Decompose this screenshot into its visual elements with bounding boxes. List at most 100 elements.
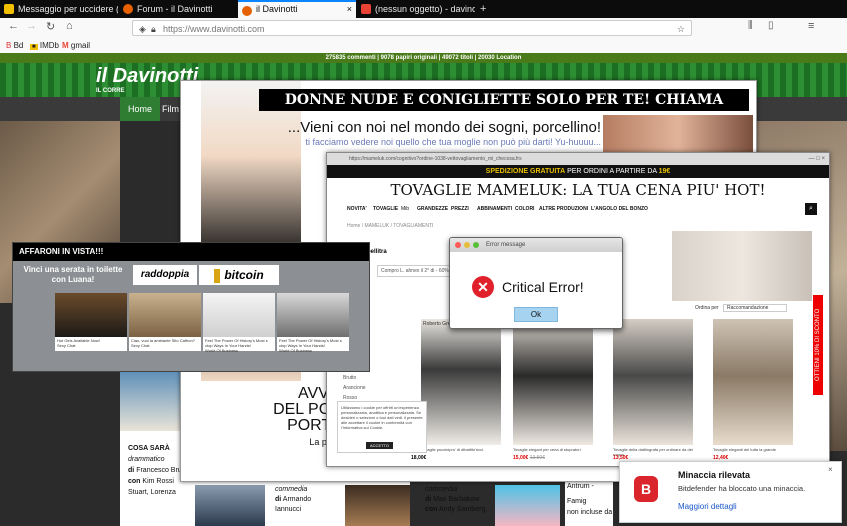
ad-card-text: Hot Girls Available Now! Sexy Chat: [57, 338, 100, 348]
filter-chip[interactable]: Compro L. ahnex il 2° di - 60%: [377, 265, 453, 277]
ad-card-text: Feel The Power Of History's Most s ctop …: [279, 338, 342, 353]
home-icon[interactable]: ⌂: [66, 20, 73, 32]
ok-button[interactable]: Ok: [514, 307, 558, 322]
tab-davinotti[interactable]: il Davinotti ×: [238, 0, 356, 18]
shop-hero-image: [672, 231, 812, 301]
shop-nav: NOVITA' TOVAGLIE Mib GRANDEZZE PREZZI AB…: [337, 203, 817, 215]
ad-card-image: [55, 293, 127, 337]
threat-notification[interactable]: B Minaccia rilevata Bitdefender ha blocc…: [619, 461, 842, 523]
tab-label: il Davinotti: [256, 4, 298, 14]
window-controls[interactable]: — □ ×: [809, 153, 825, 165]
sort-control[interactable]: Ordina per Raccomandazione: [695, 304, 788, 312]
forward-icon[interactable]: →: [26, 20, 37, 32]
list-item[interactable]: Antrum -: [565, 481, 613, 492]
product-card[interactable]: [713, 319, 793, 445]
tab-gmail[interactable]: (nessun oggetto) - davinotti@...: [357, 0, 475, 18]
bookmark-bd[interactable]: B Bd: [6, 38, 23, 53]
product-image: [421, 319, 501, 445]
movie-poster[interactable]: [495, 485, 560, 526]
product-caption: Tovaglie elegant per cena di stupratori: [513, 447, 581, 452]
list-item[interactable]: Famig: [565, 496, 613, 507]
movie-cast[interactable]: Stuart, Lorenza: [128, 487, 198, 498]
discount-tab[interactable]: OTTIENI 10% DI SCONTO: [813, 295, 823, 395]
ad-card[interactable]: Feel The Power Of History's Most s ctop …: [203, 293, 275, 353]
movie-poster[interactable]: [195, 485, 265, 526]
tab-forum[interactable]: Forum - il Davinotti: [119, 0, 237, 18]
site-stats: 275835 commenti | 9078 papiri originali …: [0, 53, 847, 63]
popup-ad-bitcoin[interactable]: AFFARONI IN VISTA!!! Vinci una serata in…: [12, 242, 370, 372]
ad-tagline: ti facciamo vedere noi quello che tua mo…: [305, 137, 601, 147]
error-message: Critical Error!: [502, 279, 584, 295]
new-tab-button[interactable]: +: [480, 0, 486, 18]
reload-icon[interactable]: ↻: [46, 20, 55, 33]
search-icon[interactable]: ⌕: [805, 203, 817, 215]
error-dialog[interactable]: Error message ✕ Critical Error! Ok: [449, 237, 623, 329]
sidebar-icon[interactable]: ▯: [768, 20, 774, 31]
ad-card-image: [277, 293, 349, 337]
gmail-icon: M: [62, 41, 69, 50]
shop-nav-item[interactable]: ABBINAMENTI: [477, 203, 512, 215]
ad-lead[interactable]: Vinci una serata in toilette con Luana!: [19, 265, 127, 285]
ad-raddoppia[interactable]: raddoppia: [133, 265, 197, 285]
shop-nav-item[interactable]: GRANDEZZE: [417, 203, 448, 215]
shop-nav-item[interactable]: NOVITA': [347, 203, 367, 215]
shop-nav-item[interactable]: COLORI: [515, 203, 534, 215]
ad-bitcoin[interactable]: bitcoin: [199, 265, 279, 285]
minimize-icon[interactable]: [464, 242, 470, 248]
close-icon[interactable]: [455, 242, 461, 248]
ad-headline[interactable]: DONNE NUDE E CONIGLIETTE SOLO PER TE! CH…: [259, 89, 749, 130]
ad-couple-image: [603, 115, 753, 155]
breadcrumb: Home / MAMELUK / TOVAGLIAMENTI: [347, 223, 434, 229]
dialog-titlebar: Error message: [450, 238, 622, 252]
cookie-banner: Utilizziamo i cookie per offrirti un'esp…: [337, 401, 427, 453]
close-icon[interactable]: ×: [828, 465, 833, 474]
side-list: Antrum - Famig non incluse da: [565, 481, 613, 526]
star-icon[interactable]: ☆: [677, 21, 685, 37]
bookmark-gmail[interactable]: M gmail: [62, 38, 90, 53]
ad-card[interactable]: Hot Girls Available Now! Sexy Chat: [55, 293, 127, 351]
movie-poster[interactable]: [345, 485, 410, 526]
maximize-icon[interactable]: [473, 242, 479, 248]
tab-bar: Messaggio per uccidere (TV M... Forum - …: [0, 0, 847, 18]
davinotti-icon: [123, 4, 133, 14]
list-item: non incluse da: [567, 509, 613, 516]
notification-title: Minaccia rilevata: [678, 470, 751, 480]
product-card[interactable]: Roberto Greco: [421, 319, 501, 445]
details-link[interactable]: Maggiori dettagli: [678, 502, 737, 511]
menu-icon[interactable]: ≡: [808, 20, 814, 32]
shop-nav-item[interactable]: PREZZI: [451, 203, 469, 215]
product-card[interactable]: [613, 319, 693, 445]
movie-row: commedia di Armando Iannucci commedia di…: [195, 481, 613, 526]
dialog-title: Error message: [486, 242, 526, 248]
ad-card-image: [203, 293, 275, 337]
movie-cast[interactable]: Kim Rossi: [142, 478, 174, 485]
bd-icon: B: [6, 41, 12, 50]
product-image: [713, 319, 793, 445]
product-price: 15,00€ 13,50€: [513, 455, 545, 461]
shop-title[interactable]: TOVAGLIE MAMELUK: LA TUA CENA PIU' HOT!: [327, 181, 829, 199]
library-icon[interactable]: ⫼: [748, 20, 753, 31]
ad-card[interactable]: Feel The Power Of History's Most s ctop …: [277, 293, 349, 353]
shop-nav-item[interactable]: Mib: [401, 203, 409, 215]
back-icon[interactable]: ←: [8, 20, 19, 32]
movie-poster[interactable]: [120, 371, 180, 431]
close-icon[interactable]: ×: [347, 2, 352, 16]
ad-card[interactable]: Ciao, vuoi la ambiante Sito Caffron? Sexy…: [129, 293, 201, 351]
ad-subheadline: ...Vieni con noi nel mondo dei sogni, po…: [287, 119, 601, 136]
ad-card-image: [129, 293, 201, 337]
imdb-icon: [4, 4, 14, 14]
shield-icon: ◈: [139, 24, 146, 34]
ad-header: AFFARONI IN VISTA!!!: [13, 243, 369, 261]
movie-director[interactable]: Francesco Bru: [136, 467, 182, 474]
product-card[interactable]: [513, 319, 593, 445]
movie-info: commedia di Armando Iannucci: [275, 486, 312, 513]
shop-nav-item[interactable]: ALTRE PRODUZIONI: [539, 203, 588, 215]
product-caption: Tovaglie puccinipro' di dibattito'ricci.: [421, 447, 485, 452]
shop-nav-item[interactable]: L'ANGOLO DEL BONZO: [591, 203, 648, 215]
cookie-accept-button[interactable]: ACCETTO: [366, 442, 394, 449]
url-bar[interactable]: ◈ 🔒︎ https://www.davinotti.com ☆: [132, 20, 692, 36]
tab-messaggio[interactable]: Messaggio per uccidere (TV M...: [0, 0, 118, 18]
shop-nav-item[interactable]: TOVAGLIE: [373, 203, 398, 215]
davinotti-icon: [242, 6, 252, 16]
with-label: con: [128, 478, 141, 485]
